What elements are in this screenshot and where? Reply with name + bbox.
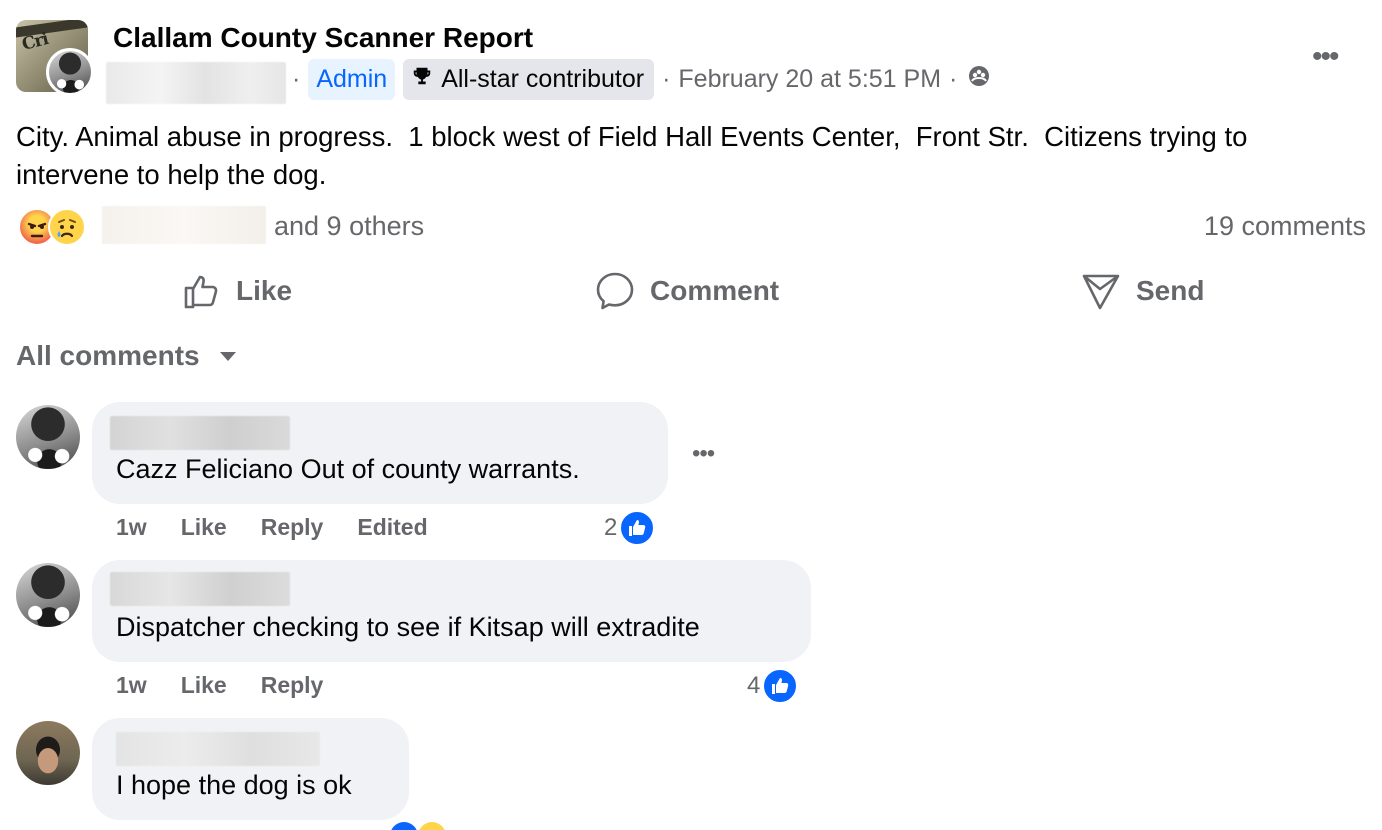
- like-reaction-icon: [619, 510, 656, 546]
- trophy-icon: [411, 65, 433, 94]
- comment-bubble: Cazz Feliciano Out of county warrants.: [92, 402, 668, 504]
- comment-bubble-icon: [596, 272, 634, 310]
- comment-meta: 1w Like Reply Edited: [116, 514, 462, 541]
- comment-like-number: 4: [747, 672, 761, 699]
- commenter-avatar[interactable]: [16, 721, 80, 785]
- sad-reaction-icon: [48, 208, 86, 246]
- commenter-name-redacted[interactable]: [110, 416, 290, 450]
- comment-label: Comment: [650, 275, 780, 306]
- comment-button[interactable]: Comment: [594, 268, 779, 314]
- send-button[interactable]: Send: [1080, 268, 1204, 314]
- comment-time[interactable]: 1w: [116, 672, 147, 699]
- audience-group-icon[interactable]: [967, 64, 991, 95]
- comments-count[interactable]: 19 comments: [1204, 211, 1366, 242]
- comment-like-button[interactable]: Like: [181, 672, 227, 699]
- caret-down-icon: [219, 352, 236, 361]
- comment-time[interactable]: 1w: [116, 514, 147, 541]
- send-label: Send: [1136, 275, 1205, 306]
- author-name-redacted[interactable]: [106, 62, 286, 104]
- comment-bubble: Dispatcher checking to see if Kitsap wil…: [92, 560, 811, 662]
- group-name[interactable]: Clallam County Scanner Report: [113, 22, 533, 54]
- allstar-badge[interactable]: All-star contributor: [403, 58, 655, 100]
- comment-bubble: I hope the dog is ok: [92, 718, 409, 820]
- comment-text: I hope the dog is ok: [116, 770, 352, 800]
- allstar-label: All-star contributor: [441, 64, 645, 93]
- author-avatar[interactable]: [46, 48, 94, 96]
- thumbs-up-icon: [184, 275, 218, 309]
- comment-like-count[interactable]: 4: [747, 668, 799, 704]
- send-icon: [1082, 274, 1120, 310]
- post-more-icon[interactable]: •••: [1312, 40, 1339, 74]
- reactions-others[interactable]: and 9 others: [274, 211, 424, 242]
- separator-dot: ·: [292, 64, 301, 93]
- separator-dot: ·: [949, 64, 958, 93]
- commenter-name-redacted[interactable]: [116, 732, 320, 766]
- comment-like-button[interactable]: Like: [181, 514, 227, 541]
- comment-reply-button[interactable]: Reply: [261, 514, 324, 541]
- post-body: City. Animal abuse in progress. 1 block …: [16, 121, 1256, 190]
- commenter-name-redacted[interactable]: [110, 572, 290, 606]
- like-reaction-icon: [762, 668, 799, 704]
- comment-like-number: 2: [604, 514, 618, 541]
- post-meta: · Admin All-star contributor · February …: [284, 58, 991, 100]
- comment-text: Dispatcher checking to see if Kitsap wil…: [116, 612, 700, 642]
- like-button[interactable]: Like: [182, 268, 292, 314]
- comment-sort-label: All comments: [16, 340, 200, 371]
- comment-edited-label[interactable]: Edited: [357, 514, 427, 541]
- reactor-name-redacted[interactable]: [102, 206, 266, 244]
- commenter-avatar[interactable]: [16, 405, 80, 469]
- comment-meta: 1w Like Reply: [116, 672, 357, 699]
- separator-dot: ·: [662, 64, 671, 93]
- admin-badge[interactable]: Admin: [308, 58, 396, 100]
- reaction-summary[interactable]: [18, 208, 86, 246]
- commenter-avatar[interactable]: [16, 563, 80, 627]
- comment-reply-button[interactable]: Reply: [261, 672, 324, 699]
- comment-reaction-icons-partial: [390, 822, 450, 830]
- comment-sort-dropdown[interactable]: All comments: [16, 340, 238, 372]
- like-label: Like: [236, 275, 293, 306]
- comment-like-count[interactable]: 2: [604, 510, 656, 546]
- comment-more-icon[interactable]: •••: [692, 440, 715, 468]
- post-timestamp[interactable]: February 20 at 5:51 PM: [678, 65, 941, 94]
- comment-text: Cazz Feliciano Out of county warrants.: [116, 454, 580, 484]
